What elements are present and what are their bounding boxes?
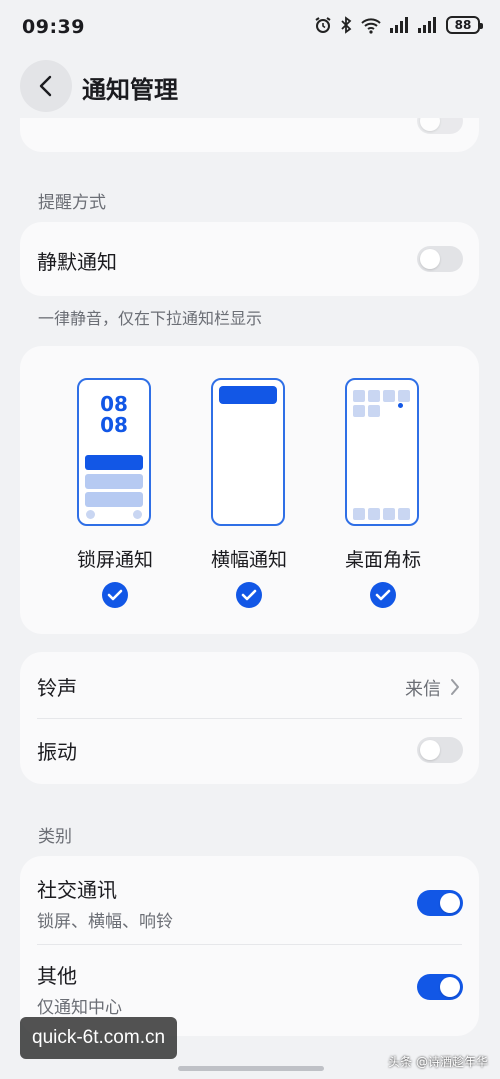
- check-icon: [241, 589, 257, 601]
- banner-checkbox[interactable]: [236, 582, 262, 608]
- alarm-icon: [315, 17, 331, 33]
- signal-icon-1: [390, 17, 408, 33]
- lock-screen-preview[interactable]: 08 08: [77, 378, 151, 526]
- back-button[interactable]: [20, 60, 72, 112]
- ringtone-value: 来信: [405, 679, 441, 700]
- category-card: 社交通讯 锁屏、横幅、响铃 其他 仅通知中心: [20, 856, 479, 1036]
- watermark: quick-6t.com.cn: [20, 1017, 178, 1059]
- other-toggle[interactable]: [417, 974, 463, 1000]
- reminder-section-label: 提醒方式: [38, 193, 106, 213]
- status-icons: 88: [314, 16, 483, 34]
- category-row-social[interactable]: 社交通讯 锁屏、横幅、响铃: [20, 856, 479, 944]
- bluetooth-icon: [341, 16, 352, 34]
- banner-label: 横幅通知: [210, 549, 287, 571]
- lock-screen-label: 锁屏通知: [76, 549, 153, 571]
- wifi-icon: [361, 18, 381, 34]
- chevron-left-icon: [39, 75, 52, 97]
- ringtone-row[interactable]: 铃声 来信: [20, 652, 479, 718]
- vibrate-toggle[interactable]: [417, 737, 463, 763]
- silent-notification-toggle[interactable]: [417, 246, 463, 272]
- banner-preview[interactable]: [211, 378, 285, 526]
- category-subtitle: 仅通知中心: [37, 998, 122, 1018]
- category-subtitle: 锁屏、横幅、响铃: [37, 912, 173, 932]
- status-time: 09:39: [22, 16, 85, 38]
- badge-checkbox[interactable]: [370, 582, 396, 608]
- badge-label: 桌面角标: [344, 549, 421, 571]
- signal-icon-2: [418, 17, 436, 33]
- lock-clock-minute: 08: [100, 413, 128, 437]
- lock-screen-checkbox[interactable]: [102, 582, 128, 608]
- silent-notification-label: 静默通知: [37, 250, 117, 274]
- silent-notification-row[interactable]: 静默通知: [20, 222, 479, 296]
- category-title: 社交通讯: [37, 878, 117, 902]
- notification-style-card: 08 08 锁屏通知 横幅通知 桌面角标: [20, 346, 479, 634]
- category-title: 其他: [37, 964, 77, 988]
- status-bar: 09:39 88: [0, 0, 500, 58]
- check-icon: [375, 589, 391, 601]
- page-title: 通知管理: [82, 76, 178, 104]
- vibrate-label: 振动: [37, 740, 77, 764]
- header: 通知管理: [0, 58, 500, 118]
- sound-card: 铃声 来信 振动: [20, 652, 479, 784]
- home-indicator[interactable]: [178, 1066, 324, 1071]
- vibrate-row[interactable]: 振动: [20, 718, 479, 784]
- lock-clock-hour: 08: [100, 392, 128, 416]
- social-toggle[interactable]: [417, 890, 463, 916]
- silent-notification-hint: 一律静音，仅在下拉通知栏显示: [38, 309, 263, 328]
- badge-preview[interactable]: [345, 378, 419, 526]
- check-icon: [107, 589, 123, 601]
- category-section-label: 类别: [38, 827, 72, 847]
- battery-indicator: 88: [446, 16, 483, 34]
- watermark-credit: 头条 @诗酒趁年华: [388, 1055, 488, 1069]
- chevron-right-icon: [451, 679, 459, 695]
- ringtone-label: 铃声: [37, 676, 77, 700]
